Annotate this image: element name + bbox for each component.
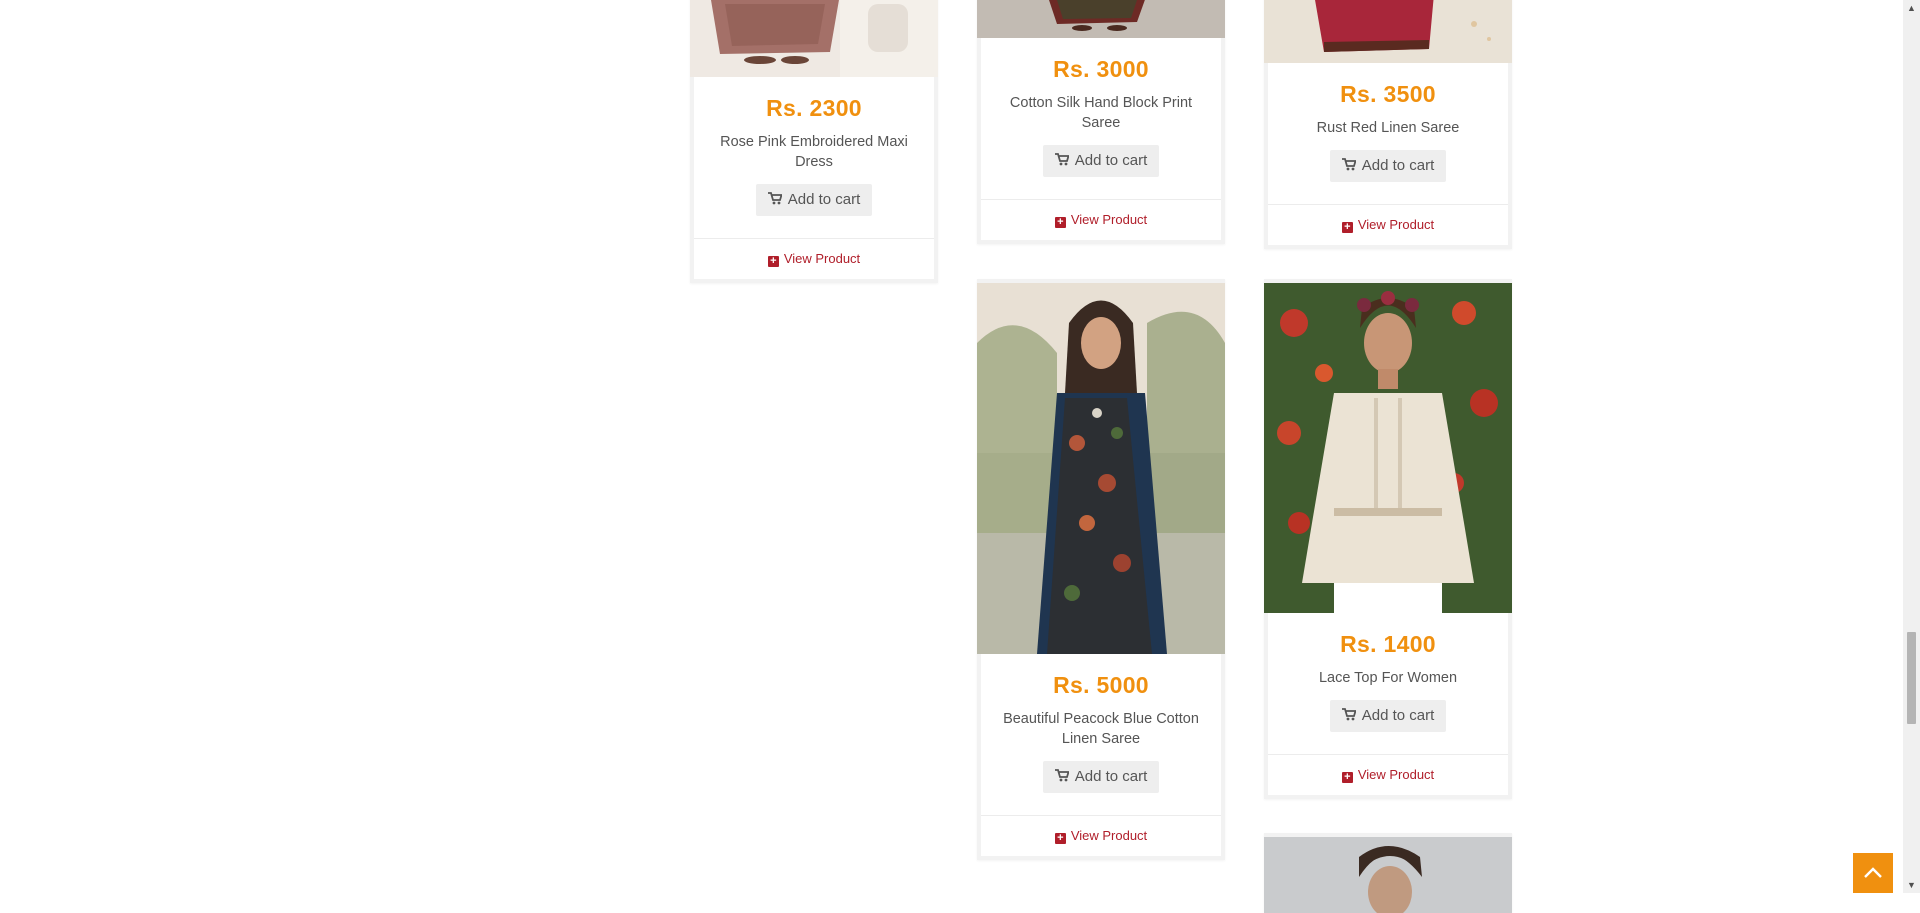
product-card: Rs. 5000 Beautiful Peacock Blue Cotton L… bbox=[977, 279, 1225, 860]
scrollbar-thumb[interactable] bbox=[1907, 632, 1916, 724]
product-image[interactable] bbox=[977, 0, 1225, 38]
product-image[interactable] bbox=[977, 283, 1225, 654]
view-product-label: View Product bbox=[1357, 217, 1435, 232]
product-image[interactable] bbox=[1264, 0, 1512, 63]
add-to-cart-label: Add to cart bbox=[1361, 157, 1435, 174]
shopping-cart-icon bbox=[767, 192, 783, 209]
add-to-cart-button[interactable]: Add to cart bbox=[1042, 761, 1160, 793]
view-product-label: View Product bbox=[783, 251, 861, 266]
plus-square-icon: + bbox=[1341, 222, 1353, 233]
product-price: Rs. 5000 bbox=[1053, 672, 1149, 698]
product-card: Rs. 3500 Rust Red Linen Saree Add to car… bbox=[1264, 0, 1512, 249]
add-to-cart-button[interactable]: Add to cart bbox=[1042, 145, 1160, 177]
product-image[interactable] bbox=[1264, 283, 1512, 613]
shopping-cart-icon bbox=[1054, 153, 1070, 170]
add-to-cart-button[interactable]: Add to cart bbox=[1329, 700, 1447, 732]
product-image[interactable] bbox=[690, 0, 938, 77]
view-product-label: View Product bbox=[1357, 767, 1435, 782]
add-to-cart-label: Add to cart bbox=[1361, 707, 1435, 724]
plus-square-icon: + bbox=[1341, 772, 1353, 783]
back-to-top-button[interactable] bbox=[1853, 853, 1893, 893]
product-name[interactable]: Rose Pink Embroidered Maxi Dress bbox=[706, 132, 922, 172]
product-card bbox=[1264, 833, 1512, 913]
product-name[interactable]: Rust Red Linen Saree bbox=[1280, 118, 1496, 138]
product-name[interactable]: Beautiful Peacock Blue Cotton Linen Sare… bbox=[993, 709, 1209, 749]
product-card: Rs. 2300 Rose Pink Embroidered Maxi Dres… bbox=[690, 0, 938, 283]
product-price: Rs. 1400 bbox=[1340, 631, 1436, 657]
plus-square-icon: + bbox=[1054, 833, 1066, 844]
view-product-link[interactable]: + View Product bbox=[981, 816, 1221, 856]
view-product-link[interactable]: + View Product bbox=[981, 200, 1221, 240]
scroll-down-arrow-icon[interactable]: ▼ bbox=[1903, 877, 1920, 893]
scroll-up-arrow-icon[interactable]: ▲ bbox=[1903, 0, 1920, 16]
view-product-link[interactable]: + View Product bbox=[1268, 755, 1508, 795]
view-product-link[interactable]: + View Product bbox=[694, 239, 934, 279]
vertical-scrollbar[interactable]: ▲ ▼ bbox=[1903, 0, 1920, 893]
add-to-cart-label: Add to cart bbox=[787, 191, 861, 208]
add-to-cart-label: Add to cart bbox=[1074, 152, 1148, 169]
plus-square-icon: + bbox=[767, 256, 779, 267]
product-price: Rs. 2300 bbox=[766, 95, 862, 121]
add-to-cart-label: Add to cart bbox=[1074, 768, 1148, 785]
product-price: Rs. 3000 bbox=[1053, 56, 1149, 82]
product-card: Rs. 1400 Lace Top For Women Add to cart … bbox=[1264, 279, 1512, 799]
shopping-cart-icon bbox=[1054, 769, 1070, 786]
product-name[interactable]: Lace Top For Women bbox=[1280, 668, 1496, 688]
add-to-cart-button[interactable]: Add to cart bbox=[755, 184, 873, 216]
view-product-label: View Product bbox=[1070, 828, 1148, 843]
view-product-label: View Product bbox=[1070, 212, 1148, 227]
product-image[interactable] bbox=[1264, 837, 1512, 913]
product-name[interactable]: Cotton Silk Hand Block Print Saree bbox=[993, 93, 1209, 133]
view-product-link[interactable]: + View Product bbox=[1268, 205, 1508, 245]
product-card: Rs. 3000 Cotton Silk Hand Block Print Sa… bbox=[977, 0, 1225, 244]
product-price: Rs. 3500 bbox=[1340, 81, 1436, 107]
plus-square-icon: + bbox=[1054, 217, 1066, 228]
chevron-up-icon bbox=[1864, 867, 1882, 878]
add-to-cart-button[interactable]: Add to cart bbox=[1329, 150, 1447, 182]
shopping-cart-icon bbox=[1341, 158, 1357, 175]
shopping-cart-icon bbox=[1341, 708, 1357, 725]
